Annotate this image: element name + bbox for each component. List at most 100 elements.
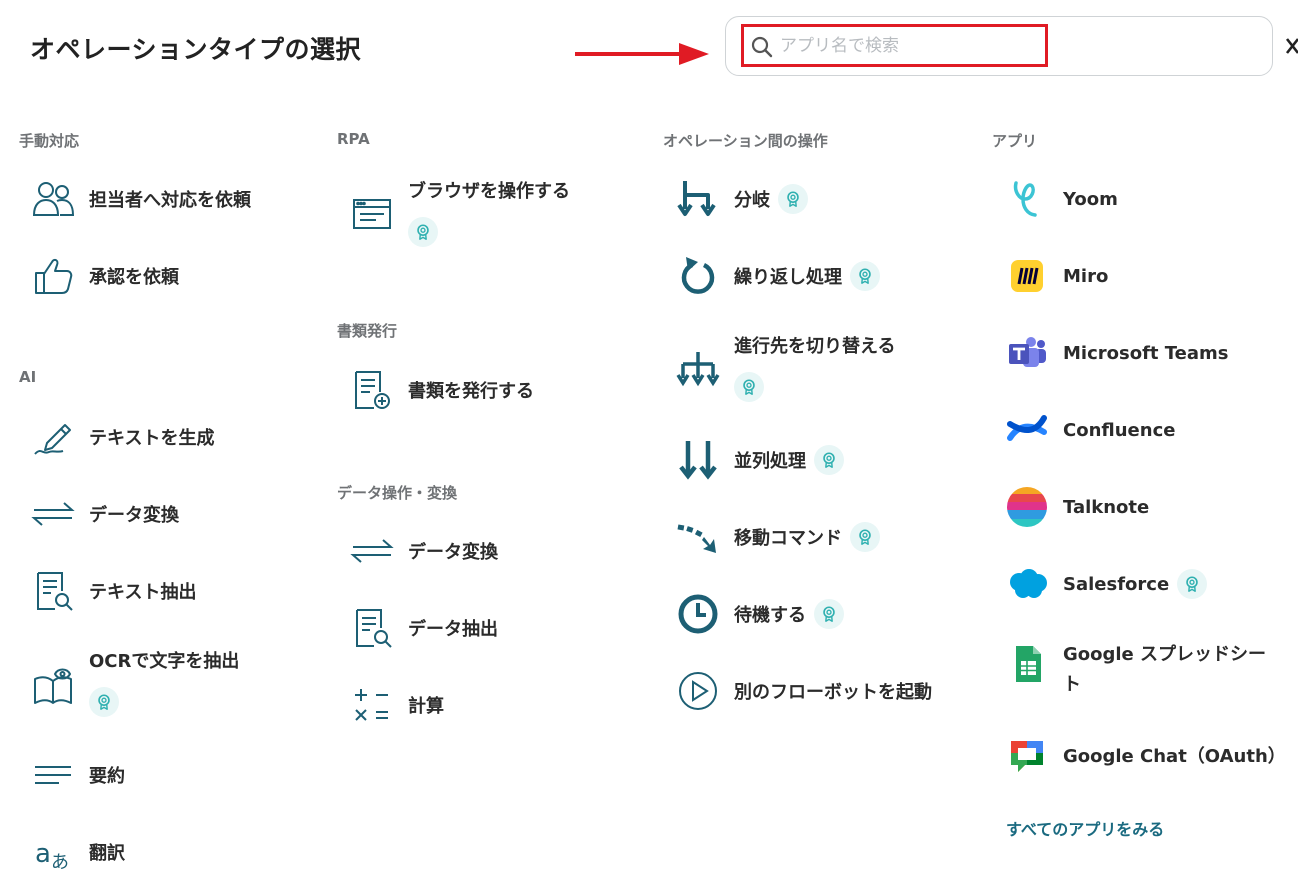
translate-icon: a あ <box>31 830 75 874</box>
section-apps: アプリ <box>992 132 1038 150</box>
search-input[interactable] <box>780 32 1035 60</box>
item-switch[interactable]: 進行先を切り替える <box>676 332 895 402</box>
google-chat-logo-icon <box>1005 733 1049 777</box>
pen-icon <box>31 415 75 459</box>
item-branch[interactable]: 分岐 <box>676 177 808 221</box>
premium-badge-icon <box>850 261 880 291</box>
item-label: 待機する <box>734 605 806 626</box>
item-ai-data-convert[interactable]: データ変換 <box>31 492 179 536</box>
premium-badge-icon <box>814 445 844 475</box>
app-miro[interactable]: Miro <box>1005 254 1108 298</box>
browser-window-icon <box>350 192 394 236</box>
swap-arrows-icon <box>350 529 394 573</box>
app-teams[interactable]: Microsoft Teams <box>1005 331 1229 375</box>
document-add-icon <box>350 368 394 412</box>
premium-badge-icon <box>1177 569 1208 599</box>
premium-badge-icon <box>850 522 880 552</box>
premium-badge-icon <box>408 217 438 247</box>
item-label: OCRで文字を抽出 <box>89 651 240 672</box>
item-label: Talknote <box>1063 496 1150 518</box>
item-label: 並列処理 <box>734 451 806 472</box>
item-label: データ変換 <box>89 505 179 526</box>
item-label: 書類を発行する <box>408 381 534 402</box>
premium-badge-icon <box>89 687 119 717</box>
app-talknote[interactable]: Talknote <box>1005 485 1149 529</box>
item-summarize[interactable]: 要約 <box>31 753 125 797</box>
page-title: オペレーションタイプの選択 <box>30 35 362 64</box>
premium-badge-icon <box>778 184 808 214</box>
section-rpa: RPA <box>337 130 370 148</box>
item-label: データ抽出 <box>408 619 498 640</box>
item-generate-text[interactable]: テキストを生成 <box>31 415 214 459</box>
item-label: 翻訳 <box>89 843 125 864</box>
item-label: Microsoft Teams <box>1063 342 1229 364</box>
calculator-symbols-icon <box>350 683 394 727</box>
users-icon <box>31 177 75 221</box>
item-browser[interactable]: ブラウザを操作する <box>350 177 570 247</box>
item-loop[interactable]: 繰り返し処理 <box>676 254 880 298</box>
search-icon <box>751 36 773 58</box>
premium-badge-icon <box>734 372 764 402</box>
item-label: 要約 <box>89 766 125 787</box>
clock-icon <box>676 592 720 636</box>
app-google-chat[interactable]: Google Chat（OAuth） <box>1005 733 1286 777</box>
item-wait[interactable]: 待機する <box>676 592 844 636</box>
teams-logo-icon <box>1005 331 1049 375</box>
talknote-logo-icon <box>1005 485 1049 529</box>
item-label: Google スプレッドシート <box>1063 644 1267 695</box>
item-label: 承認を依頼 <box>89 267 179 288</box>
item-label: Miro <box>1063 265 1109 287</box>
item-label: Google Chat（OAuth） <box>1063 746 1286 767</box>
item-label: Yoom <box>1063 188 1118 210</box>
app-confluence[interactable]: Confluence <box>1005 408 1175 452</box>
item-request-approval[interactable]: 承認を依頼 <box>31 254 179 298</box>
item-label: テキスト抽出 <box>89 582 197 603</box>
document-search-icon <box>350 606 394 650</box>
item-calculate[interactable]: 計算 <box>350 683 444 727</box>
item-ocr-extract[interactable]: OCRで文字を抽出 <box>31 647 239 717</box>
app-yoom[interactable]: Yoom <box>1005 177 1118 221</box>
branch-icon <box>676 177 720 221</box>
salesforce-logo-icon <box>1005 562 1049 606</box>
item-label: 移動コマンド <box>734 528 842 549</box>
item-label: 計算 <box>408 696 444 717</box>
item-label: Salesforce <box>1063 573 1170 595</box>
play-circle-icon <box>676 669 720 713</box>
item-label: 担当者へ対応を依頼 <box>89 190 251 211</box>
item-request-assignee[interactable]: 担当者へ対応を依頼 <box>31 177 251 221</box>
close-icon[interactable] <box>1284 33 1298 59</box>
item-data-extract[interactable]: データ抽出 <box>350 606 498 650</box>
item-label: ブラウザを操作する <box>408 181 570 202</box>
item-issue-doc[interactable]: 書類を発行する <box>350 368 534 412</box>
miro-logo-icon <box>1005 254 1049 298</box>
section-ai: AI <box>19 368 37 386</box>
all-apps-link[interactable]: すべてのアプリをみる <box>1006 816 1164 840</box>
item-move-command[interactable]: 移動コマンド <box>676 515 880 559</box>
svg-text:あ: あ <box>51 852 69 873</box>
item-parallel[interactable]: 並列処理 <box>676 438 844 482</box>
swap-arrows-icon <box>31 492 75 536</box>
google-sheets-logo-icon <box>1005 642 1049 686</box>
item-label: Confluence <box>1063 419 1176 441</box>
section-manual: 手動対応 <box>19 132 80 150</box>
app-salesforce[interactable]: Salesforce <box>1005 562 1208 606</box>
confluence-logo-icon <box>1005 408 1049 452</box>
item-launch-robot[interactable]: 別のフローボットを起動 <box>676 669 932 713</box>
item-label: データ変換 <box>408 542 498 563</box>
document-search-icon <box>31 569 75 613</box>
item-label: 繰り返し処理 <box>734 267 842 288</box>
app-google-sheets[interactable]: Google スプレッドシート <box>1005 640 1273 700</box>
item-translate[interactable]: a あ 翻訳 <box>31 830 125 874</box>
section-dataops: データ操作・変換 <box>337 484 458 502</box>
item-data-convert[interactable]: データ変換 <box>350 529 498 573</box>
lines-icon <box>31 753 75 797</box>
section-docs: 書類発行 <box>337 322 398 340</box>
section-flow: オペレーション間の操作 <box>663 132 828 150</box>
item-label: テキストを生成 <box>89 428 215 449</box>
svg-text:a: a <box>35 839 51 869</box>
switch-path-icon <box>676 348 720 392</box>
item-label: 進行先を切り替える <box>734 336 896 357</box>
item-extract-text[interactable]: テキスト抽出 <box>31 569 196 613</box>
item-label: 分岐 <box>734 190 770 211</box>
premium-badge-icon <box>814 599 844 629</box>
